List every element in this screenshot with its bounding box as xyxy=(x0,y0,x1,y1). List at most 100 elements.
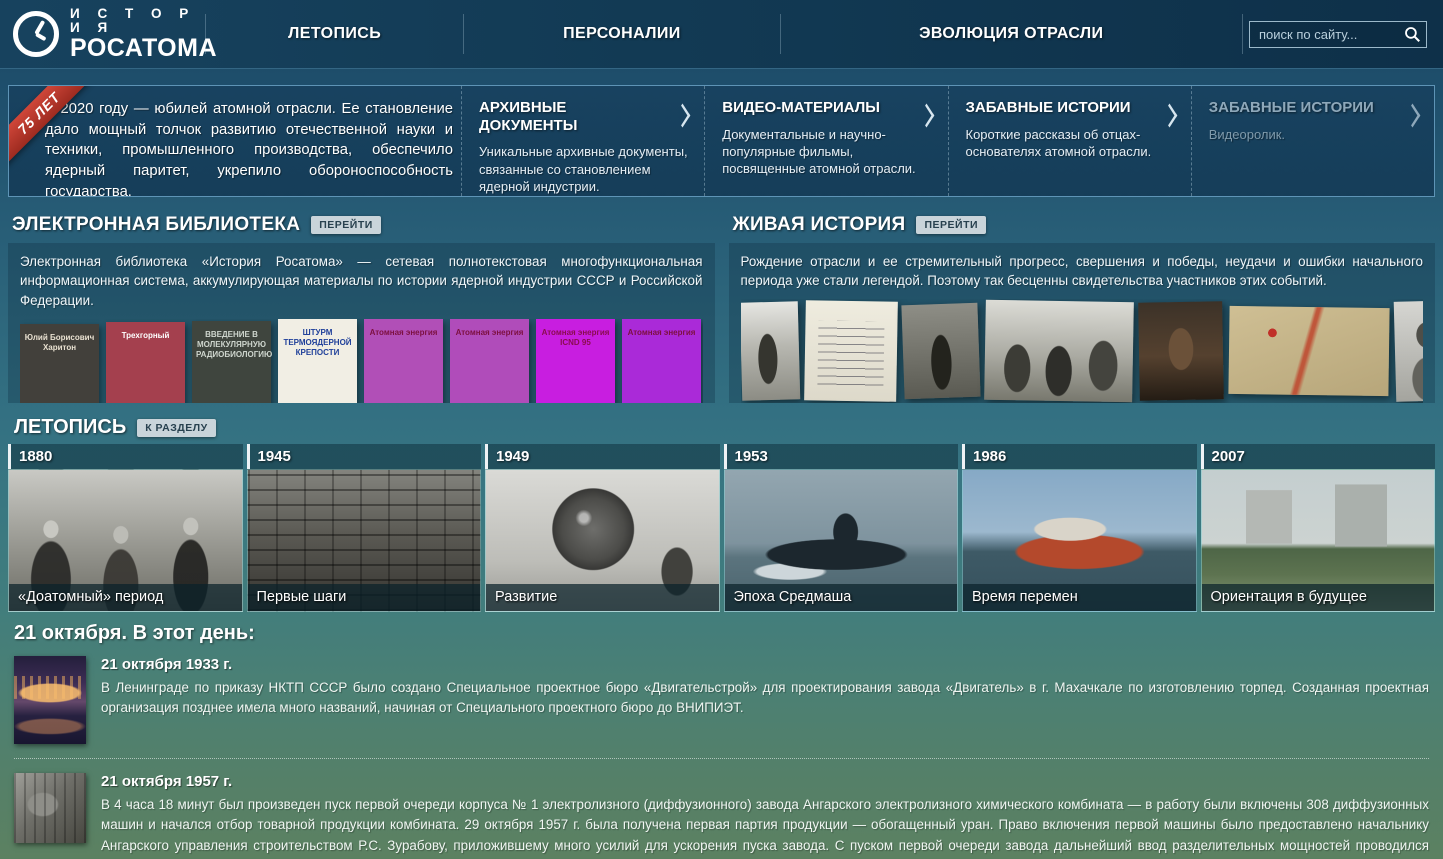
banner-link-desc: Документальные и научно-популярные фильм… xyxy=(722,126,916,176)
this-day-title: 21 октября. В этот день: xyxy=(14,622,255,644)
chevron-right-icon xyxy=(674,103,691,128)
chronicle-card-year: 2007 xyxy=(1200,444,1435,469)
book-cover-title: Атомная энергия xyxy=(369,328,438,338)
book-cover[interactable]: Трехгорный xyxy=(106,322,185,403)
search-zone xyxy=(1243,0,1443,68)
nav-cell: ПЕРСОНАЛИИ xyxy=(463,0,779,68)
banner-links: АРХИВНЫЕ ДОКУМЕНТЫ Уникальные архивные д… xyxy=(461,86,1434,196)
this-day-entry: 21 октября 1957 г. В 4 часа 18 минут был… xyxy=(14,758,1429,859)
chronicle-card-caption: Развитие xyxy=(486,584,719,611)
chevron-right-icon xyxy=(918,103,934,128)
book-cover[interactable]: Атомная энергия xyxy=(364,319,443,403)
book-cover[interactable]: ШТУРМ ТЕРМОЯДЕРНОЙ КРЕПОСТИ xyxy=(278,319,357,403)
banner-link-title: ЗАБАВНЫЕ ИСТОРИИ xyxy=(1208,99,1374,116)
chronicle-card-caption: Ориентация в будущее xyxy=(1201,584,1434,611)
entry-paragraph: В Ленинграде по приказу НКТП СССР было с… xyxy=(101,680,1429,716)
chronicle-card-photo: Развитие xyxy=(485,469,720,612)
main-nav: ЛЕТОПИСЬ ПЕРСОНАЛИИ ЭВОЛЮЦИЯ ОТРАСЛИ xyxy=(205,0,1244,68)
chronicle-header: ЛЕТОПИСЬ К РАЗДЕЛУ xyxy=(8,416,1435,439)
history-photo[interactable] xyxy=(1227,306,1390,397)
banner-link-desc: Видеоролик. xyxy=(1208,126,1286,142)
chronicle-card[interactable]: 1949 Развитие xyxy=(485,444,720,612)
banner-link-title: ЗАБАВНЫЕ ИСТОРИИ xyxy=(965,99,1131,116)
living-history-description: Рождение отрасли и ее стремительный прог… xyxy=(740,254,1424,289)
nav-item[interactable]: ЛЕТОПИСЬ xyxy=(206,0,463,68)
chronicle-card[interactable]: 1880 «Доатомный» период xyxy=(8,444,243,612)
entry-thumbnail[interactable] xyxy=(14,656,86,744)
banner-link-block[interactable]: ЗАБАВНЫЕ ИСТОРИИ Видеоролик. xyxy=(1190,86,1434,196)
library-description: Электронная библиотека «История Росатома… xyxy=(20,254,703,308)
living-history-title: ЖИВАЯ ИСТОРИЯ xyxy=(732,213,906,235)
nav-cell: ЭВОЛЮЦИЯ ОТРАСЛИ xyxy=(779,0,1242,68)
entry-body: 21 октября 1957 г. В 4 часа 18 минут был… xyxy=(101,773,1429,859)
middle-sections: ЭЛЕКТРОННАЯ БИБЛИОТЕКА ПЕРЕЙТИ Электронн… xyxy=(8,209,1435,403)
book-cover-title: Юлий Борисович Харитон xyxy=(24,333,95,353)
history-photo[interactable] xyxy=(900,303,981,400)
living-history-section: ЖИВАЯ ИСТОРИЯ ПЕРЕЙТИ Рождение отрасли и… xyxy=(728,209,1436,403)
chronicle-card[interactable]: 1945 Первые шаги xyxy=(246,444,481,612)
book-cover-title: Атомная энергия xyxy=(627,328,696,338)
entry-date-link[interactable]: 21 октября 1957 г. xyxy=(101,773,1429,790)
anniversary-banner: 75 ЛЕТ В 2020 году — юбилей атомной отра… xyxy=(8,85,1435,197)
logo-line2: РОСАТОМА xyxy=(70,34,218,63)
search-input[interactable] xyxy=(1249,20,1427,48)
chronicle-card-caption: Первые шаги xyxy=(247,584,480,611)
nav-cell: ЛЕТОПИСЬ xyxy=(205,0,463,68)
banner-link-block[interactable]: ЗАБАВНЫЕ ИСТОРИИ Короткие рассказы об от… xyxy=(947,86,1191,196)
site-logo[interactable]: И С Т О Р И Я РОСАТОМА xyxy=(0,0,217,68)
nav-item[interactable]: ПЕРСОНАЛИИ xyxy=(464,0,779,68)
book-cover[interactable]: Юлий Борисович Харитон xyxy=(20,324,99,403)
history-photo[interactable] xyxy=(1393,300,1423,403)
book-cover-title: Атомная энергия xyxy=(455,328,524,338)
banner-link-block[interactable]: АРХИВНЫЕ ДОКУМЕНТЫ Уникальные архивные д… xyxy=(461,86,704,196)
entry-text: В 4 часа 18 минут был произведен пуск пе… xyxy=(101,795,1429,859)
banner-link-block[interactable]: ВИДЕО-МАТЕРИАЛЫ Документальные и научно-… xyxy=(704,86,947,196)
rosatom-history-page: { "header": { "logo_line1": "И С Т О Р И… xyxy=(0,0,1443,859)
entry-paragraph: В 4 часа 18 минут был произведен пуск пе… xyxy=(101,797,1429,859)
library-title: ЭЛЕКТРОННАЯ БИБЛИОТЕКА xyxy=(12,213,301,235)
book-cover[interactable]: Атомная энергия ICND 95 xyxy=(536,319,615,403)
living-history-header: ЖИВАЯ ИСТОРИЯ ПЕРЕЙТИ xyxy=(729,209,1436,240)
top-header: И С Т О Р И Я РОСАТОМА ЛЕТОПИСЬ ПЕРСОНАЛ… xyxy=(0,0,1443,68)
chronicle-card[interactable]: 2007 Ориентация в будущее xyxy=(1200,444,1435,612)
logo-text: И С Т О Р И Я РОСАТОМА xyxy=(70,5,218,63)
chronicle-card[interactable]: 1986 Время перемен xyxy=(962,444,1197,612)
living-history-go-button[interactable]: ПЕРЕЙТИ xyxy=(916,215,987,234)
chronicle-card-year: 1986 xyxy=(962,444,1197,469)
book-cover[interactable]: Атомная энергия xyxy=(622,319,701,403)
chronicle-card[interactable]: 1953 Эпоха Средмаша xyxy=(723,444,958,612)
entry-date-link[interactable]: 21 октября 1933 г. xyxy=(101,656,1429,673)
history-photo[interactable] xyxy=(983,300,1134,403)
search-icon[interactable] xyxy=(1403,25,1422,44)
entry-thumbnail[interactable] xyxy=(14,773,86,843)
chronicle-card-year: 1953 xyxy=(723,444,958,469)
library-panel: Электронная библиотека «История Росатома… xyxy=(8,243,715,403)
entry-text: В Ленинграде по приказу НКТП СССР было с… xyxy=(101,678,1429,719)
chronicle-card-photo: «Доатомный» период xyxy=(8,469,243,612)
book-cover[interactable]: Атомная энергия xyxy=(450,319,529,403)
chronicle-card-photo: Первые шаги xyxy=(246,469,481,612)
history-photo[interactable] xyxy=(740,301,800,402)
chronicle-card-caption: Эпоха Средмаша xyxy=(724,584,957,611)
banner-link-desc: Уникальные архивные документы, связанные… xyxy=(479,144,688,194)
library-section: ЭЛЕКТРОННАЯ БИБЛИОТЕКА ПЕРЕЙТИ Электронн… xyxy=(8,209,715,403)
chevron-right-icon xyxy=(1404,103,1421,128)
nav-item[interactable]: ЭВОЛЮЦИЯ ОТРАСЛИ xyxy=(781,0,1242,68)
chronicle-section-button[interactable]: К РАЗДЕЛУ xyxy=(137,418,216,437)
book-covers-row: Юлий Борисович Харитон Трехгорный ВВЕДЕН… xyxy=(20,319,703,403)
book-cover[interactable]: ВВЕДЕНИЕ В МОЛЕКУЛЯРНУЮ РАДИОБИОЛОГИЮ xyxy=(192,321,273,403)
banner-link-title: АРХИВНЫЕ ДОКУМЕНТЫ xyxy=(479,99,578,134)
chronicle-card-photo: Эпоха Средмаша xyxy=(723,469,958,612)
book-cover-title: Атомная энергия ICND 95 xyxy=(541,328,610,348)
history-photo[interactable] xyxy=(803,300,898,403)
living-history-panel: Рождение отрасли и ее стремительный прог… xyxy=(728,243,1435,403)
history-photo[interactable] xyxy=(1137,301,1224,402)
chronicle-card-caption: «Доатомный» период xyxy=(9,584,242,611)
library-go-button[interactable]: ПЕРЕЙТИ xyxy=(311,215,381,234)
search-box xyxy=(1249,20,1427,48)
book-cover-title: Трехгорный xyxy=(121,331,170,341)
book-cover-title: ВВЕДЕНИЕ В МОЛЕКУЛЯРНУЮ РАДИОБИОЛОГИЮ xyxy=(196,330,273,360)
chronicle-title: ЛЕТОПИСЬ xyxy=(14,416,127,438)
logo-line1: И С Т О Р И Я xyxy=(70,5,196,35)
chronicle-card-year: 1949 xyxy=(485,444,720,469)
